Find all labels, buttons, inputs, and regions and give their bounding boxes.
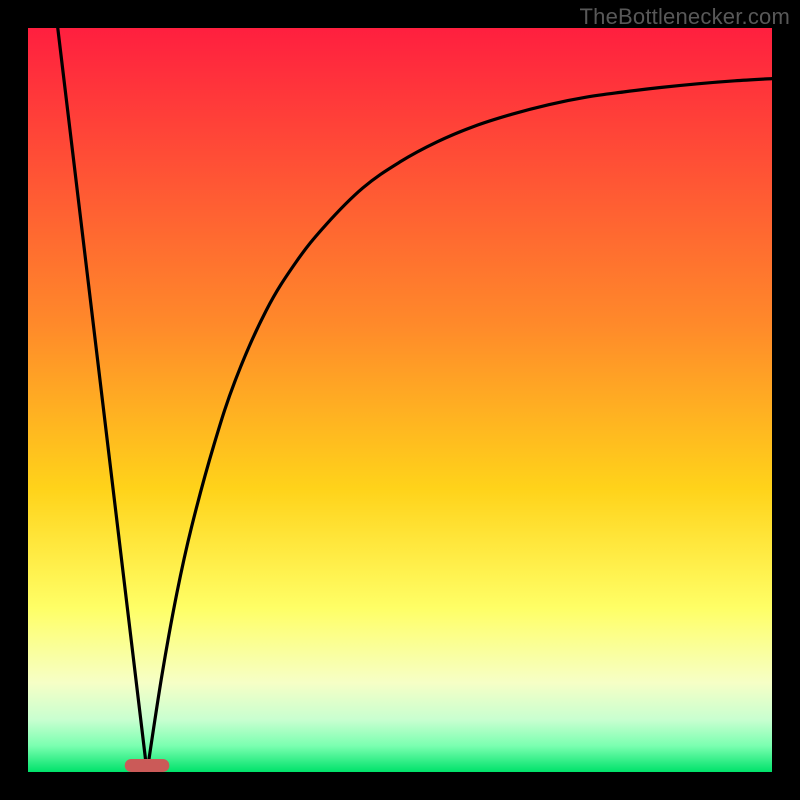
gradient-background bbox=[28, 28, 772, 772]
sweet-spot-marker bbox=[125, 759, 170, 772]
plot-area bbox=[28, 28, 772, 772]
watermark-text: TheBottlenecker.com bbox=[580, 4, 790, 30]
chart-frame: TheBottlenecker.com bbox=[0, 0, 800, 800]
bottleneck-curve-chart bbox=[28, 28, 772, 772]
